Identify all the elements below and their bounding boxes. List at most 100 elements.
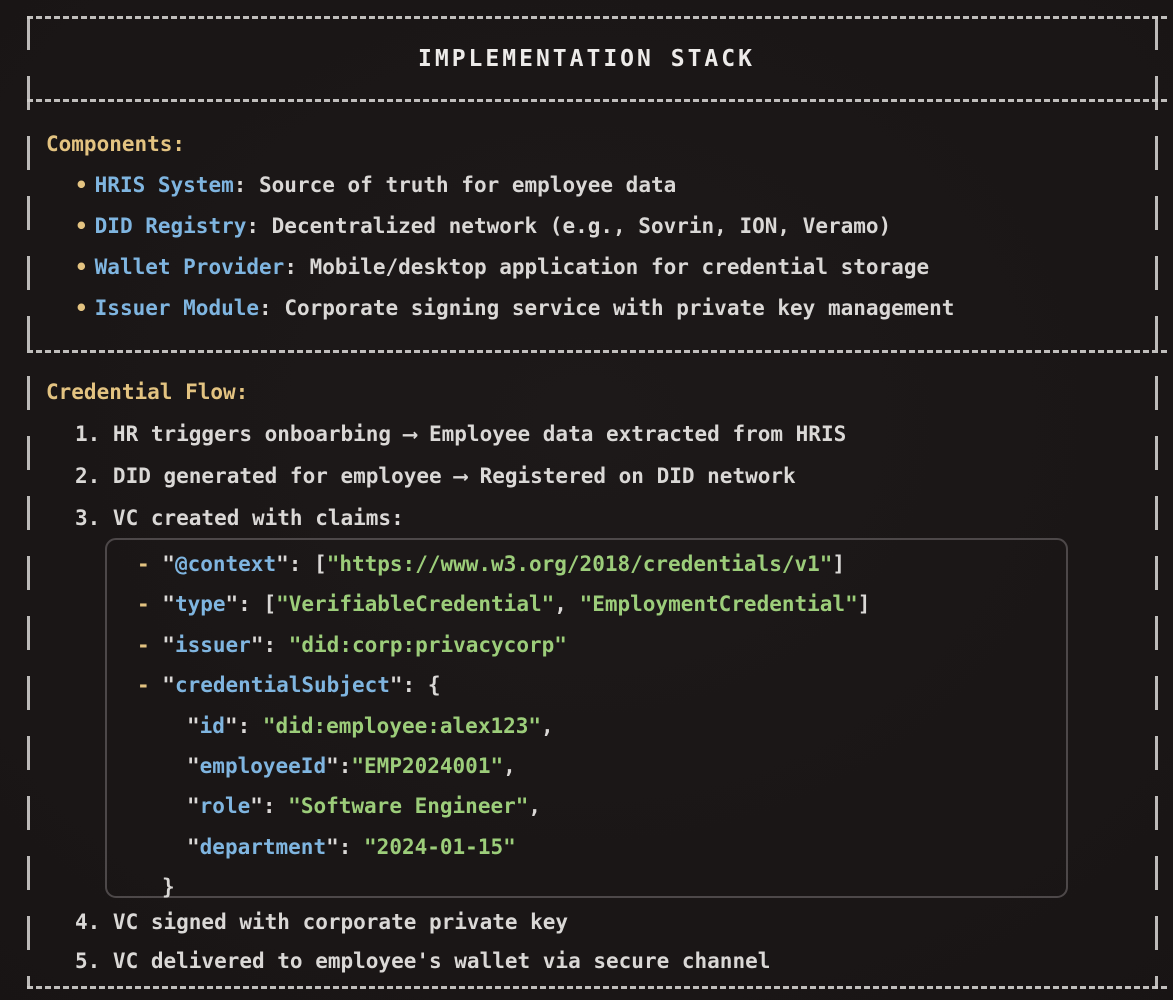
claim-token: " [187, 794, 200, 818]
claim-token: " [162, 633, 175, 657]
claim-token: - [137, 552, 162, 576]
bullet-wrap: • DID Registry: Decentralized network (e.… [46, 206, 891, 247]
claim-token: ": [225, 714, 263, 738]
claim-token: " [162, 592, 175, 616]
flow-step: 4. VC signed with corporate private key [46, 903, 770, 942]
claim-token: ": [326, 754, 351, 778]
credential-flow-heading: Credential Flow: [46, 371, 846, 413]
claim-token: ": [251, 633, 289, 657]
frame-border-top [27, 16, 1168, 19]
frame-border-bottom [27, 986, 1168, 989]
claim-token: "did:corp:privacycorp" [289, 633, 567, 657]
credential-flow-section: Credential Flow: 1. HR triggers onboarbi… [46, 371, 846, 539]
flow-step: 3. VC created with claims: [46, 497, 846, 539]
bullet-icon: • [75, 214, 88, 238]
component-item: • Issuer Module: Corporate signing servic… [46, 288, 954, 329]
components-heading: Components: [46, 124, 954, 165]
components-section: Components: • HRIS System: Source of trut… [46, 124, 954, 329]
claim-token: "2024-01-15" [364, 835, 516, 859]
claim-token: , [541, 714, 554, 738]
component-description: : Corporate signing service with private… [259, 296, 954, 320]
bullet-wrap: • Wallet Provider: Mobile/desktop applica… [46, 247, 929, 288]
claim-token: ": [ [276, 552, 327, 576]
component-description: : Source of truth for employee data [234, 173, 677, 197]
claim-token: "EmploymentCredential" [580, 592, 858, 616]
claim-token: id [200, 714, 225, 738]
flow-steps-4-5-section: 4. VC signed with corporate private key5… [46, 903, 770, 981]
claim-token: " [162, 673, 175, 697]
component-item: • HRIS System: Source of truth for employ… [46, 165, 954, 206]
claim-token: role [200, 794, 251, 818]
flow-step-text: 2. DID generated for employee ⟶ Register… [46, 455, 796, 497]
bullet-icon: • [75, 255, 88, 279]
claim-token: } [162, 875, 175, 899]
claim-line: - "@context": ["https://www.w3.org/2018/… [107, 544, 1066, 584]
claim-token: ] [832, 552, 845, 576]
flow-step-text: 4. VC signed with corporate private key [46, 903, 568, 942]
claims-code-box: - "@context": ["https://www.w3.org/2018/… [105, 538, 1068, 898]
claim-token: issuer [175, 633, 251, 657]
claim-token: - [137, 592, 162, 616]
claim-token: ": [326, 835, 364, 859]
flow-step: 1. HR triggers onboarbing ⟶ Employee dat… [46, 413, 846, 455]
claim-token: - [137, 633, 162, 657]
claim-line: "employeeId":"EMP2024001", [107, 746, 1066, 786]
flow-step-text: 3. VC created with claims: [46, 497, 404, 539]
flow-step: 5. VC delivered to employee's wallet via… [46, 942, 770, 981]
claim-token: , [503, 754, 516, 778]
claim-token: "https://www.w3.org/2018/credentials/v1" [327, 552, 833, 576]
claim-token: ] [858, 592, 871, 616]
claim-token: ": { [390, 673, 441, 697]
claim-token: credentialSubject [175, 673, 390, 697]
frame-border-right [1155, 16, 1158, 989]
bullet-icon: • [75, 173, 88, 197]
flow-step: 2. DID generated for employee ⟶ Register… [46, 455, 846, 497]
frame-border-left [27, 16, 30, 989]
claim-token: ": [250, 794, 288, 818]
claim-token: "EMP2024001" [351, 754, 503, 778]
component-description: : Decentralized network (e.g., Sovrin, I… [246, 214, 891, 238]
claim-line: "id": "did:employee:alex123", [107, 706, 1066, 746]
claim-token: type [175, 592, 226, 616]
claim-token: " [187, 835, 200, 859]
bullet-icon: • [75, 296, 88, 320]
claim-token: - [137, 673, 162, 697]
flow-step-text: 1. HR triggers onboarbing ⟶ Employee dat… [46, 413, 846, 455]
flow-step-text: 5. VC delivered to employee's wallet via… [46, 942, 770, 981]
component-name: HRIS System [95, 173, 234, 197]
claim-token: " [187, 754, 200, 778]
claim-token: @context [175, 552, 276, 576]
ascii-frame: IMPLEMENTATION STACK Components: • HRIS S… [0, 0, 1173, 1000]
claim-token: , [528, 794, 541, 818]
divider-under-components [27, 350, 1168, 353]
claim-token: " [162, 552, 175, 576]
component-item: • DID Registry: Decentralized network (e.… [46, 206, 954, 247]
claim-token: department [200, 835, 326, 859]
flow-steps-1-3: 1. HR triggers onboarbing ⟶ Employee dat… [46, 413, 846, 539]
claims-json-lines: - "@context": ["https://www.w3.org/2018/… [107, 544, 1066, 908]
claim-token: " [187, 714, 200, 738]
component-description: : Mobile/desktop application for credent… [284, 255, 929, 279]
claim-line: - "credentialSubject": { [107, 665, 1066, 705]
page-title: IMPLEMENTATION STACK [0, 46, 1173, 72]
claim-line: "role": "Software Engineer", [107, 786, 1066, 826]
bullet-wrap: • HRIS System: Source of truth for employ… [46, 165, 676, 206]
claim-token: "did:employee:alex123" [263, 714, 541, 738]
claim-line: "department": "2024-01-15" [107, 827, 1066, 867]
claim-line: - "type": ["VerifiableCredential", "Empl… [107, 584, 1066, 624]
bullet-wrap: • Issuer Module: Corporate signing servic… [46, 288, 954, 329]
component-item: • Wallet Provider: Mobile/desktop applica… [46, 247, 954, 288]
claim-token: employeeId [200, 754, 326, 778]
claim-line: } [107, 867, 1066, 907]
component-name: Wallet Provider [95, 255, 285, 279]
components-list: • HRIS System: Source of truth for employ… [46, 165, 954, 329]
component-name: Issuer Module [95, 296, 259, 320]
component-name: DID Registry [95, 214, 247, 238]
claim-line: - "issuer": "did:corp:privacycorp" [107, 625, 1066, 665]
flow-steps-4-5: 4. VC signed with corporate private key5… [46, 903, 770, 981]
claim-token: , [554, 592, 579, 616]
claim-token: "VerifiableCredential" [276, 592, 554, 616]
divider-under-title [27, 99, 1168, 102]
claim-token: "Software Engineer" [288, 794, 528, 818]
claim-token: ": [ [226, 592, 277, 616]
